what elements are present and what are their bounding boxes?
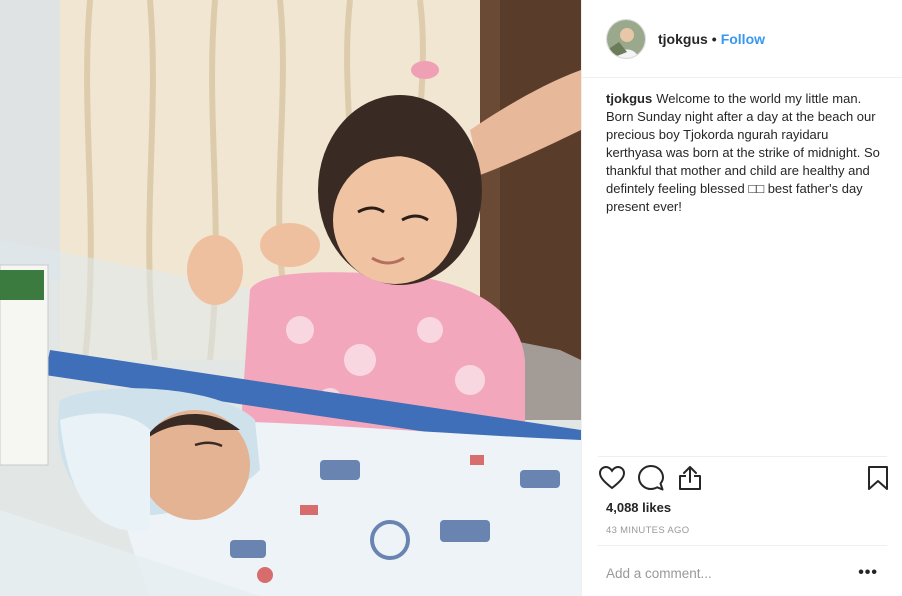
comment-button[interactable] <box>637 464 665 492</box>
photo-illustration <box>0 0 581 596</box>
save-button[interactable] <box>864 464 892 492</box>
post-timestamp[interactable]: 43 MINUTES AGO <box>606 525 689 536</box>
caption: tjokgus Welcome to the world my little ma… <box>606 90 886 216</box>
caption-username-link[interactable]: tjokgus <box>606 91 652 106</box>
speech-bubble-icon <box>638 465 664 491</box>
follow-button[interactable]: Follow <box>721 31 765 47</box>
comment-input[interactable] <box>606 565 836 581</box>
header-text: tjokgus • Follow <box>658 31 765 47</box>
likes-count[interactable]: 4,088 likes <box>606 500 671 515</box>
post-header: tjokgus • Follow <box>582 0 902 78</box>
share-button[interactable] <box>676 464 704 492</box>
header-separator: • <box>711 30 717 47</box>
heart-icon <box>599 466 625 490</box>
actions-divider <box>598 456 887 457</box>
ellipsis-icon[interactable]: ••• <box>858 564 878 582</box>
username-link[interactable]: tjokgus <box>658 31 708 47</box>
share-icon <box>679 466 701 490</box>
avatar-image <box>607 19 645 58</box>
bookmark-icon <box>868 466 888 490</box>
post-photo[interactable] <box>0 0 581 596</box>
instagram-post: tjokgus • Follow tjokgus Welcome to the w… <box>0 0 902 596</box>
comment-row: ••• <box>606 558 878 588</box>
comment-divider <box>598 545 887 546</box>
avatar[interactable] <box>606 18 646 59</box>
action-bar <box>582 462 902 498</box>
caption-text: Welcome to the world my little man. Born… <box>606 91 880 214</box>
like-button[interactable] <box>598 464 626 492</box>
post-details-panel: tjokgus • Follow tjokgus Welcome to the w… <box>581 0 902 596</box>
